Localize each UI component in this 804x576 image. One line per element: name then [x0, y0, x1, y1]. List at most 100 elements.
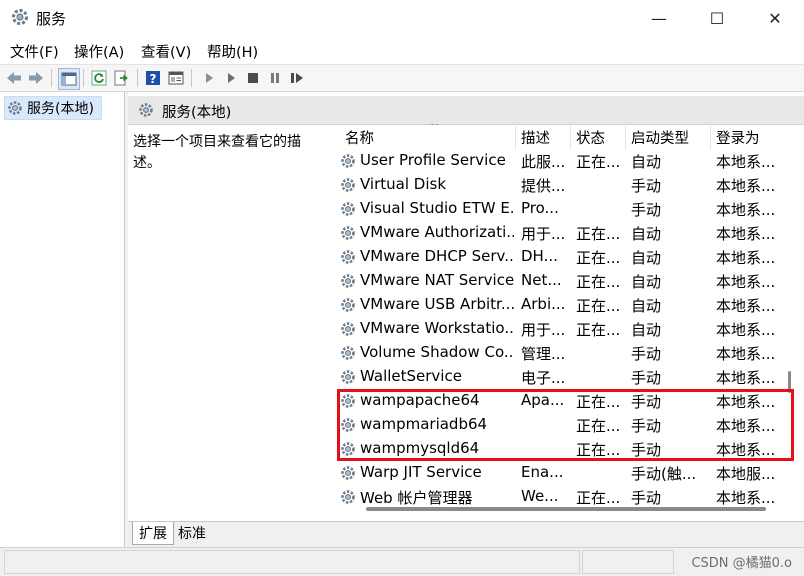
tab-standard[interactable]: 标准: [172, 522, 212, 544]
service-status: 正在...: [576, 153, 621, 171]
service-name: VMware Workstatio...: [360, 319, 514, 337]
refresh-icon[interactable]: [89, 68, 109, 88]
menu-bar: 文件(F) 操作(A) 查看(V) 帮助(H): [0, 36, 804, 64]
export-list-icon[interactable]: [112, 68, 132, 88]
stop-service-icon[interactable]: [243, 68, 263, 88]
service-name: Warp JIT Service: [360, 463, 482, 481]
column-header-status[interactable]: 状态: [571, 124, 626, 150]
tab-extended[interactable]: 扩展: [132, 522, 174, 545]
service-startup-type: 手动: [631, 201, 662, 219]
service-logon-as: 本地系...: [716, 153, 776, 171]
service-description: DH...: [521, 247, 558, 265]
service-description: 电子...: [521, 369, 566, 387]
window-title: 服务: [36, 10, 67, 28]
table-row[interactable]: VMware Workstatio... 用于... 正在... 自动 本地系...: [340, 317, 790, 341]
column-header-name[interactable]: 名称 ^: [340, 124, 516, 150]
properties-icon[interactable]: [166, 68, 186, 88]
table-row[interactable]: VMware NAT Service Net... 正在... 自动 本地系...: [340, 269, 790, 293]
service-startup-type: 手动: [631, 369, 662, 387]
service-name: VMware DHCP Serv...: [360, 247, 514, 265]
console-tree-icon[interactable]: [58, 68, 80, 90]
status-segment: [4, 550, 580, 574]
menu-action[interactable]: 操作(A): [74, 41, 124, 62]
pause-service-icon[interactable]: [265, 68, 285, 88]
service-name: VMware Authorizati...: [360, 223, 514, 241]
services-gear-icon: [12, 9, 28, 25]
table-row[interactable]: User Profile Service 此服... 正在... 自动 本地系...: [340, 149, 790, 173]
status-bar: CSDN @橘猫0.o: [0, 547, 804, 576]
start-service-alt-icon[interactable]: [221, 68, 241, 88]
horizontal-scroll-thumb[interactable]: [366, 507, 766, 511]
toolbar-separator: [51, 69, 52, 87]
console-tree: 服务(本地): [0, 92, 125, 547]
horizontal-scrollbar[interactable]: [360, 504, 780, 514]
start-service-icon[interactable]: [199, 68, 219, 88]
column-header-logon-as[interactable]: 登录为: [711, 124, 791, 150]
title-bar: 服务 — ☐ ✕: [0, 0, 804, 36]
service-status: 正在...: [576, 273, 621, 291]
services-gear-icon: [8, 101, 22, 115]
service-description: We...: [521, 487, 559, 505]
menu-help[interactable]: 帮助(H): [207, 41, 258, 62]
service-name: Virtual Disk: [360, 175, 447, 193]
service-logon-as: 本地系...: [716, 177, 776, 195]
service-startup-type: 自动: [631, 273, 662, 291]
service-name: User Profile Service: [360, 151, 506, 169]
service-gear-icon: [341, 346, 355, 360]
service-description: 用于...: [521, 321, 566, 339]
service-gear-icon: [341, 154, 355, 168]
table-row[interactable]: Warp JIT Service Ena... 手动(触... 本地服...: [340, 461, 790, 485]
sort-ascending-icon: ^: [430, 124, 440, 133]
table-row[interactable]: VMware DHCP Serv... DH... 正在... 自动 本地系...: [340, 245, 790, 269]
column-header-description[interactable]: 描述: [516, 124, 571, 150]
minimize-button[interactable]: —: [630, 0, 688, 36]
table-row[interactable]: Volume Shadow Co... 管理... 手动 本地系...: [340, 341, 790, 365]
toolbar: ?: [0, 64, 804, 92]
service-logon-as: 本地系...: [716, 201, 776, 219]
table-row[interactable]: Virtual Disk 提供... 手动 本地系...: [340, 173, 790, 197]
description-text: 选择一个项目来查看它的描述。: [133, 134, 301, 171]
service-startup-type: 自动: [631, 225, 662, 243]
highlight-box: [337, 389, 794, 461]
status-segment: [582, 550, 674, 574]
service-startup-type: 自动: [631, 153, 662, 171]
table-row[interactable]: VMware USB Arbitr... Arbi... 正在... 自动 本地系...: [340, 293, 790, 317]
service-logon-as: 本地系...: [716, 273, 776, 291]
service-gear-icon: [341, 178, 355, 192]
services-gear-icon: [139, 103, 153, 117]
service-description: 提供...: [521, 177, 566, 195]
service-logon-as: 本地服...: [716, 465, 776, 483]
restart-service-icon[interactable]: [287, 68, 307, 88]
service-logon-as: 本地系...: [716, 225, 776, 243]
watermark-text: CSDN @橘猫0.o: [691, 556, 792, 571]
service-gear-icon: [341, 298, 355, 312]
service-description: Net...: [521, 271, 562, 289]
service-startup-type: 手动: [631, 177, 662, 195]
toolbar-separator: [83, 69, 84, 87]
close-button[interactable]: ✕: [746, 0, 804, 36]
table-row[interactable]: VMware Authorizati... 用于... 正在... 自动 本地系...: [340, 221, 790, 245]
service-name: Volume Shadow Co...: [360, 343, 514, 361]
service-logon-as: 本地系...: [716, 297, 776, 315]
menu-view[interactable]: 查看(V): [141, 41, 191, 62]
service-gear-icon: [341, 274, 355, 288]
service-description: 用于...: [521, 225, 566, 243]
pane-title: 服务(本地): [162, 105, 232, 121]
table-row[interactable]: Visual Studio ETW E... Pro... 手动 本地系...: [340, 197, 790, 221]
service-description: Pro...: [521, 199, 559, 217]
service-gear-icon: [341, 250, 355, 264]
tree-item-services-local[interactable]: 服务(本地): [4, 96, 102, 120]
tree-item-label: 服务(本地): [27, 101, 94, 117]
column-header-startup-type[interactable]: 启动类型: [626, 124, 711, 150]
service-logon-as: 本地系...: [716, 249, 776, 267]
menu-file[interactable]: 文件(F): [10, 41, 59, 62]
back-icon[interactable]: [4, 68, 24, 88]
service-status: 正在...: [576, 297, 621, 315]
table-row[interactable]: WalletService 电子... 手动 本地系...: [340, 365, 790, 389]
service-description: 管理...: [521, 345, 566, 363]
toolbar-separator: [191, 69, 192, 87]
maximize-button[interactable]: ☐: [688, 0, 746, 36]
toolbar-separator: [137, 69, 138, 87]
help-icon[interactable]: ?: [143, 68, 163, 88]
forward-icon[interactable]: [26, 68, 46, 88]
